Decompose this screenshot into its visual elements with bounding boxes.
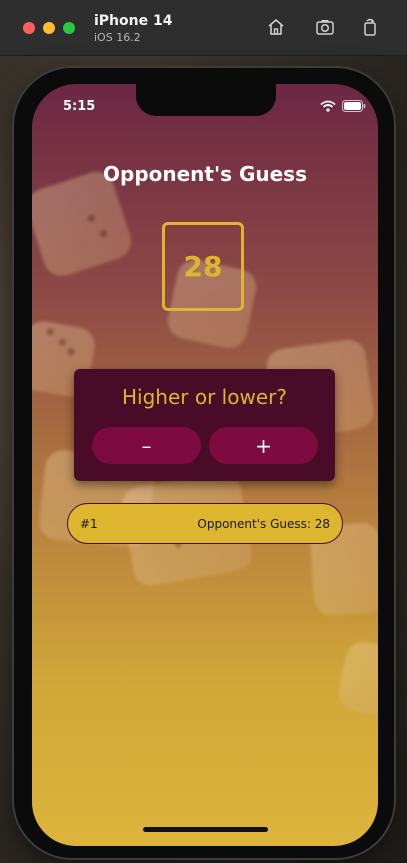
home-button[interactable] [263,14,289,40]
guess-log-item: #1 Opponent's Guess: 28 [67,503,343,544]
screenshot-button[interactable] [312,14,338,40]
current-guess-display: 28 [162,222,244,311]
os-version: iOS 16.2 [94,31,141,44]
higher-lower-prompt: Higher or lower? [122,385,287,409]
device-name: iPhone 14 [94,13,173,29]
simulator-titlebar: iPhone 14 iOS 16.2 [0,0,407,56]
wifi-icon [320,100,336,112]
background-die [335,638,378,720]
notch [136,84,276,116]
minimize-window-button[interactable] [43,22,55,34]
screenshot-icon [316,20,334,35]
rotate-button[interactable] [357,14,383,40]
battery-icon [342,100,366,112]
status-time: 5:15 [63,99,96,114]
status-icons [320,100,366,112]
screen-title: Opponent's Guess [103,162,307,186]
rotate-icon [364,18,376,36]
higher-lower-card: Higher or lower? – + [74,369,335,481]
guess-log-round: #1 [80,516,98,531]
zoom-window-button[interactable] [63,22,75,34]
guess-log-text: Opponent's Guess: 28 [197,516,330,531]
home-icon [268,18,284,35]
close-window-button[interactable] [23,22,35,34]
lower-button[interactable]: – [92,427,201,464]
higher-button[interactable]: + [209,427,318,464]
home-indicator[interactable] [143,827,268,832]
